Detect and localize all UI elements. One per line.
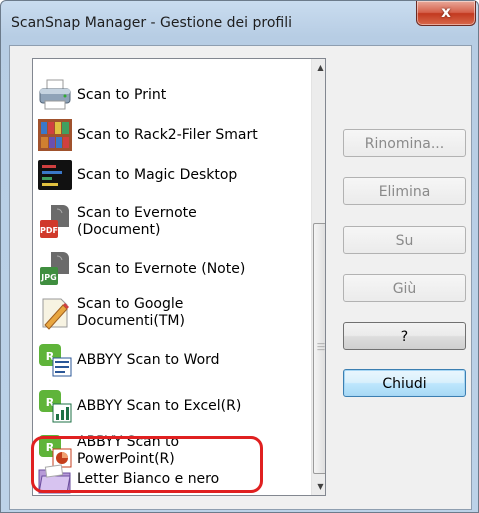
list-item-label: Scan to Google Documenti(TM)	[77, 296, 185, 329]
window-title: ScanSnap Manager - Gestione dei profili	[11, 15, 293, 31]
list-item[interactable]: Scan to Rack2-Filer Smart	[37, 115, 258, 155]
close-dialog-button[interactable]: Chiudi	[343, 369, 466, 397]
list-item[interactable]: Scan to Print	[37, 75, 166, 115]
list-item-label: Scan to Evernote (Note)	[77, 260, 246, 277]
close-button[interactable]: x	[416, 1, 476, 26]
list-item-label: Scan to Rack2-Filer Smart	[77, 126, 258, 143]
list-item-label: Scan to Evernote (Document)	[77, 205, 197, 238]
highlight-annotation	[31, 436, 263, 493]
svg-text:PDF: PDF	[40, 226, 58, 235]
google-docs-icon	[37, 295, 73, 331]
profile-list[interactable]: Scan to Print Scan to Rack2-Filer Smart …	[32, 58, 326, 496]
close-icon: x	[441, 3, 451, 21]
list-item-label: Scan to Print	[77, 86, 167, 103]
help-button[interactable]: ?	[343, 322, 466, 350]
list-item-label: Scan to Magic Desktop	[77, 166, 238, 183]
list-item[interactable]: JPG Scan to Evernote (Note)	[37, 249, 245, 289]
abbyy-excel-icon: R	[37, 388, 73, 424]
vertical-scrollbar[interactable]: ▲ — — — ▼	[311, 59, 325, 495]
scrollbar-grip-icon: — — —	[317, 339, 325, 354]
rack2-filer-icon	[37, 117, 73, 153]
title-bar[interactable]: ScanSnap Manager - Gestione dei profili …	[1, 1, 478, 45]
list-item[interactable]: Scan to Google Documenti(TM)	[37, 293, 185, 333]
scrollbar-thumb[interactable]: — — —	[313, 223, 325, 474]
evernote-pdf-icon: PDF	[37, 204, 73, 240]
printer-icon	[37, 77, 73, 113]
rename-button[interactable]: Rinomina...	[343, 129, 466, 157]
list-item-label: ABBYY Scan to Excel(R)	[77, 397, 242, 414]
svg-text:JPG: JPG	[40, 273, 56, 282]
list-item[interactable]: R ABBYY Scan to Word	[37, 340, 220, 380]
evernote-jpg-icon: JPG	[37, 251, 73, 287]
list-item[interactable]: PDF Scan to Evernote (Document)	[37, 202, 197, 242]
move-up-button[interactable]: Su	[343, 226, 466, 254]
list-item[interactable]: R ABBYY Scan to Excel(R)	[37, 386, 241, 426]
magic-desktop-icon	[37, 157, 73, 193]
delete-button[interactable]: Elimina	[343, 177, 466, 205]
scroll-down-arrow-icon[interactable]: ▼	[312, 478, 325, 495]
move-down-button[interactable]: Giù	[343, 274, 466, 302]
list-item[interactable]: Scan to Magic Desktop	[37, 155, 237, 195]
scroll-up-arrow-icon[interactable]: ▲	[312, 59, 325, 76]
abbyy-word-icon: R	[37, 342, 73, 378]
profile-manager-window: ScanSnap Manager - Gestione dei profili …	[0, 0, 479, 513]
list-item-label: ABBYY Scan to Word	[77, 351, 220, 368]
